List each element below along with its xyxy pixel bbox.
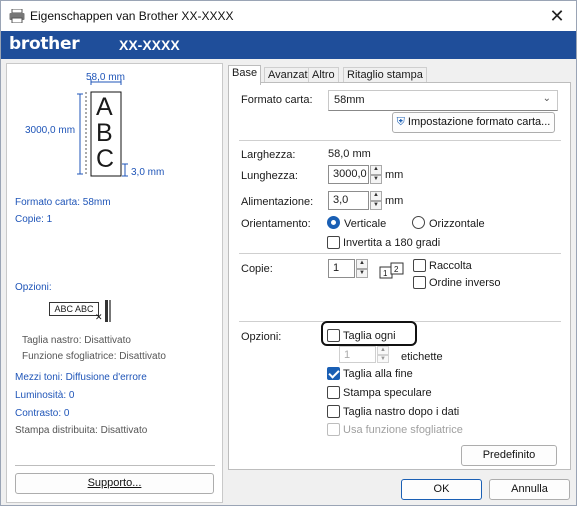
cut-every-stepper[interactable]: ▲ ▼ [377, 346, 389, 363]
support-button[interactable]: Supporto... [15, 473, 214, 494]
rotate-180-checkbox[interactable] [327, 236, 340, 249]
portrait-label[interactable]: Verticale [344, 218, 386, 230]
use-peeler-label[interactable]: Usa funzione sfogliatrice [343, 424, 463, 436]
preview-letter: A [96, 93, 113, 121]
svg-text:✕: ✕ [95, 312, 103, 322]
copies-stepper[interactable]: ▲ ▼ [356, 259, 368, 278]
stepper-down-icon[interactable]: ▼ [370, 174, 382, 184]
printer-icon [9, 9, 25, 23]
summary-options-label: Opzioni: [15, 282, 52, 293]
length-label: Lunghezza: [241, 170, 298, 182]
mirror-label[interactable]: Stampa speculare [343, 387, 432, 399]
length-input[interactable]: 3000,0 [328, 165, 369, 184]
copies-label: Copie: [241, 263, 273, 275]
mirror-checkbox[interactable] [327, 386, 340, 399]
stepper-up-icon[interactable]: ▲ [370, 191, 382, 201]
cut-sample-label: ABC ABC [49, 302, 99, 316]
stepper-down-icon[interactable]: ▼ [377, 354, 389, 363]
copies-input[interactable]: 1 [328, 259, 355, 278]
paper-setup-button-label: Impostazione formato carta... [407, 116, 551, 128]
stepper-up-icon[interactable]: ▲ [377, 346, 389, 355]
model-name: XX-XXXX [119, 37, 180, 53]
feed-stepper[interactable]: ▲ ▼ [370, 191, 382, 210]
ok-button[interactable]: OK [401, 479, 482, 500]
divider [239, 253, 561, 254]
cut-at-end-label[interactable]: Taglia alla fine [343, 368, 413, 380]
divider [15, 465, 215, 466]
chevron-down-icon: ⌄ [542, 93, 551, 104]
collate-label[interactable]: Raccolta [429, 260, 472, 272]
collate-checkbox[interactable] [413, 259, 426, 272]
stepper-up-icon[interactable]: ▲ [356, 259, 368, 269]
preview-width-label: 58,0 mm [86, 72, 125, 83]
cut-tape-after-checkbox[interactable] [327, 405, 340, 418]
divider [239, 140, 561, 141]
reverse-order-checkbox[interactable] [413, 276, 426, 289]
printer-properties-dialog: Eigenschappen van Brother XX-XXXX ✕ brot… [0, 0, 577, 506]
brand-bar: brother XX-XXXX [1, 31, 576, 59]
summary-peeler: Funzione sfogliatrice: Disattivato [22, 351, 166, 362]
default-button[interactable]: Predefinito [461, 445, 557, 466]
width-label: Larghezza: [241, 149, 296, 161]
close-button[interactable]: ✕ [544, 4, 570, 28]
preview-letter: C [96, 145, 115, 173]
feed-input[interactable]: 3,0 [328, 191, 369, 210]
base-settings-panel: Formato carta: 58mm ⌄ ⛨ Impostazione form… [228, 82, 571, 470]
length-unit: mm [385, 169, 404, 181]
orientation-label: Orientamento: [241, 218, 311, 230]
paper-size-label: Formato carta: [241, 94, 313, 106]
preview-letter: B [96, 119, 113, 147]
preview-length-label: 3000,0 mm [25, 125, 76, 136]
cut-marker-icon: ✕ [95, 300, 111, 322]
labels-unit: etichette [401, 351, 443, 363]
reverse-order-label[interactable]: Ordine inverso [429, 277, 501, 289]
summary-contrast: Contrasto: 0 [15, 408, 70, 419]
stepper-down-icon[interactable]: ▼ [370, 200, 382, 210]
svg-text:1: 1 [383, 269, 388, 278]
landscape-label[interactable]: Orizzontale [429, 218, 485, 230]
feed-unit: mm [385, 195, 404, 207]
use-peeler-checkbox[interactable] [327, 423, 340, 436]
highlight-frame [321, 321, 417, 346]
summary-tape-cut: Taglia nastro: Disattivato [22, 335, 131, 346]
shield-icon: ⛨ [396, 116, 405, 128]
title-bar: Eigenschappen van Brother XX-XXXX ✕ [1, 1, 576, 31]
cut-every-input[interactable]: 1 [339, 346, 376, 363]
width-value: 58,0 mm [328, 148, 371, 160]
stepper-down-icon[interactable]: ▼ [356, 268, 368, 278]
preview-margin-label: 3,0 mm [131, 167, 165, 178]
paper-setup-button[interactable]: ⛨ Impostazione formato carta... [392, 112, 555, 133]
rotate-180-label[interactable]: Invertita a 180 gradi [343, 237, 440, 249]
stepper-up-icon[interactable]: ▲ [370, 165, 382, 175]
length-stepper[interactable]: ▲ ▼ [370, 165, 382, 184]
summary-copies: Copie: 1 [15, 214, 53, 225]
window-title: Eigenschappen van Brother XX-XXXX [30, 9, 234, 23]
portrait-radio[interactable] [327, 216, 340, 229]
brand-logo: brother [9, 34, 80, 54]
tab-base[interactable]: Base [228, 65, 262, 85]
svg-text:2: 2 [394, 265, 399, 274]
cut-at-end-checkbox[interactable] [327, 367, 340, 380]
cut-tape-after-label[interactable]: Taglia nastro dopo i dati [343, 406, 459, 418]
settings-summary-pane: 58,0 mm 3000,0 mm 3,0 mm A B C Formato c… [6, 63, 223, 503]
summary-distributed: Stampa distribuita: Disattivato [15, 425, 148, 436]
cancel-button[interactable]: Annulla [489, 479, 570, 500]
support-button-label: Supporto... [87, 477, 142, 489]
summary-paper-size: Formato carta: 58mm [15, 197, 111, 208]
collate-icon: 1 2 [379, 262, 404, 279]
paper-size-select[interactable]: 58mm ⌄ [328, 90, 558, 111]
options-label: Opzioni: [241, 331, 282, 343]
summary-brightness: Luminosità: 0 [15, 390, 75, 401]
feed-label: Alimentazione: [241, 196, 314, 208]
summary-halftone: Mezzi toni: Diffusione d'errore [15, 372, 147, 383]
paper-size-value: 58mm [334, 94, 365, 106]
landscape-radio[interactable] [412, 216, 425, 229]
